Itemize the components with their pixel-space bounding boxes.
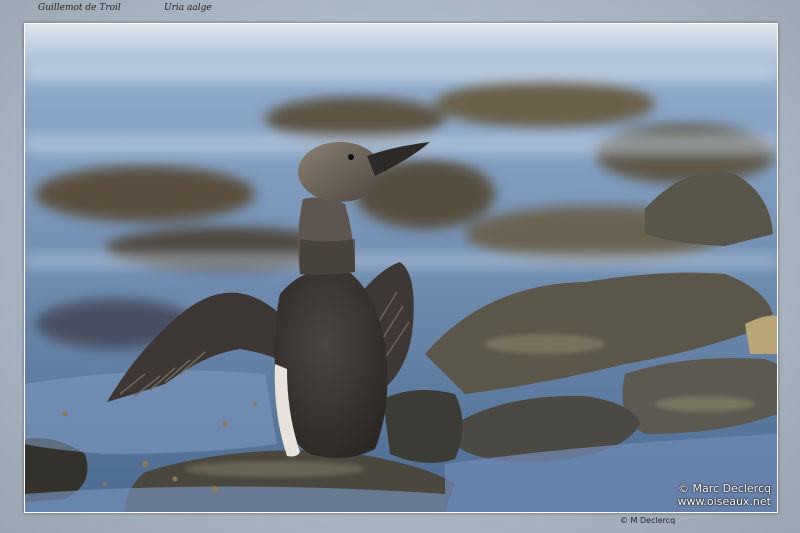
species-common-name: Guillemot de Troil (38, 3, 121, 13)
watermark-author: © Marc Declercq (678, 482, 771, 495)
bird-photo: © Marc Declercq www.oiseaux.net (24, 23, 778, 513)
bird-head (298, 142, 382, 202)
bird-eye (348, 154, 354, 160)
photo-scene (25, 24, 777, 512)
species-latin-name: Uria aalge (164, 3, 212, 13)
watermark-site: www.oiseaux.net (677, 495, 771, 508)
photo-watermark: © Marc Declercq www.oiseaux.net (677, 482, 771, 508)
footer-credit: © M Declercq (620, 516, 676, 525)
